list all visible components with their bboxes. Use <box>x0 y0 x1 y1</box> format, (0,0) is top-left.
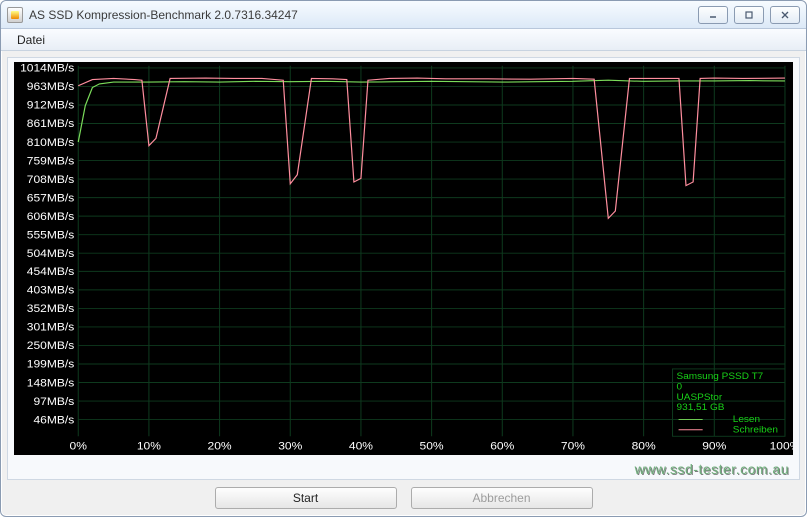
close-button[interactable] <box>770 6 800 24</box>
chart-panel: 46MB/s 97MB/s 148MB/s 199MB/s 250MB/s 301MB/s… <box>7 57 800 480</box>
y-tick-label: 861MB/s <box>27 118 75 131</box>
y-tick-label: 97MB/s <box>33 395 74 408</box>
y-tick-label: 403MB/s <box>27 284 75 297</box>
legend-write-label: Schreiben <box>733 425 778 436</box>
window-controls <box>698 6 800 24</box>
y-tick-label: 504MB/s <box>27 247 75 260</box>
start-button[interactable]: Start <box>215 487 397 509</box>
legend-line: 931,51 GB <box>677 402 725 413</box>
x-tick-label: 60% <box>490 440 514 453</box>
y-tick-label: 250MB/s <box>27 340 75 353</box>
y-tick-label: 912MB/s <box>27 99 75 112</box>
y-tick-label: 199MB/s <box>27 358 75 371</box>
legend-line: Samsung PSSD T7 <box>677 371 764 382</box>
y-tick-label: 606MB/s <box>27 210 75 223</box>
abort-button: Abbrechen <box>411 487 593 509</box>
x-tick-label: 80% <box>632 440 656 453</box>
app-window: AS SSD Kompression-Benchmark 2.0.7316.34… <box>0 0 807 517</box>
window-title: AS SSD Kompression-Benchmark 2.0.7316.34… <box>29 8 298 22</box>
chart-svg: 46MB/s 97MB/s 148MB/s 199MB/s 250MB/s 301MB/s… <box>14 62 793 455</box>
y-tick-label: 810MB/s <box>27 136 75 149</box>
chart-plot: 46MB/s 97MB/s 148MB/s 199MB/s 250MB/s 301MB/s… <box>14 62 793 455</box>
menubar: Datei <box>1 29 806 51</box>
maximize-button[interactable] <box>734 6 764 24</box>
y-tick-label: 1014MB/s <box>20 62 74 75</box>
y-tick-label: 46MB/s <box>33 414 74 427</box>
y-tick-label: 708MB/s <box>27 173 75 186</box>
y-tick-label: 759MB/s <box>27 155 75 168</box>
x-tick-label: 90% <box>702 440 726 453</box>
x-tick-label: 10% <box>137 440 161 453</box>
y-tick-label: 352MB/s <box>27 303 75 316</box>
y-tick-label: 454MB/s <box>27 265 75 278</box>
x-tick-label: 30% <box>278 440 302 453</box>
x-tick-label: 100% <box>770 440 793 453</box>
y-tick-label: 148MB/s <box>27 377 75 390</box>
menu-file[interactable]: Datei <box>9 31 53 49</box>
app-icon <box>7 7 23 23</box>
legend-line: 0 <box>677 382 683 393</box>
titlebar[interactable]: AS SSD Kompression-Benchmark 2.0.7316.34… <box>1 1 806 29</box>
y-tick-label: 301MB/s <box>27 321 75 334</box>
y-tick-label: 657MB/s <box>27 192 75 205</box>
legend-line: UASPStor <box>677 392 723 403</box>
legend-read-label: Lesen <box>733 415 760 426</box>
button-row: Start Abbrechen <box>1 486 806 516</box>
minimize-button[interactable] <box>698 6 728 24</box>
x-tick-label: 0% <box>70 440 87 453</box>
x-tick-label: 20% <box>208 440 232 453</box>
x-tick-label: 50% <box>420 440 444 453</box>
watermark: www.ssd-tester.com.au <box>635 461 789 477</box>
x-tick-label: 70% <box>561 440 585 453</box>
y-tick-label: 555MB/s <box>27 229 75 242</box>
x-tick-label: 40% <box>349 440 373 453</box>
y-tick-label: 963MB/s <box>27 81 75 94</box>
